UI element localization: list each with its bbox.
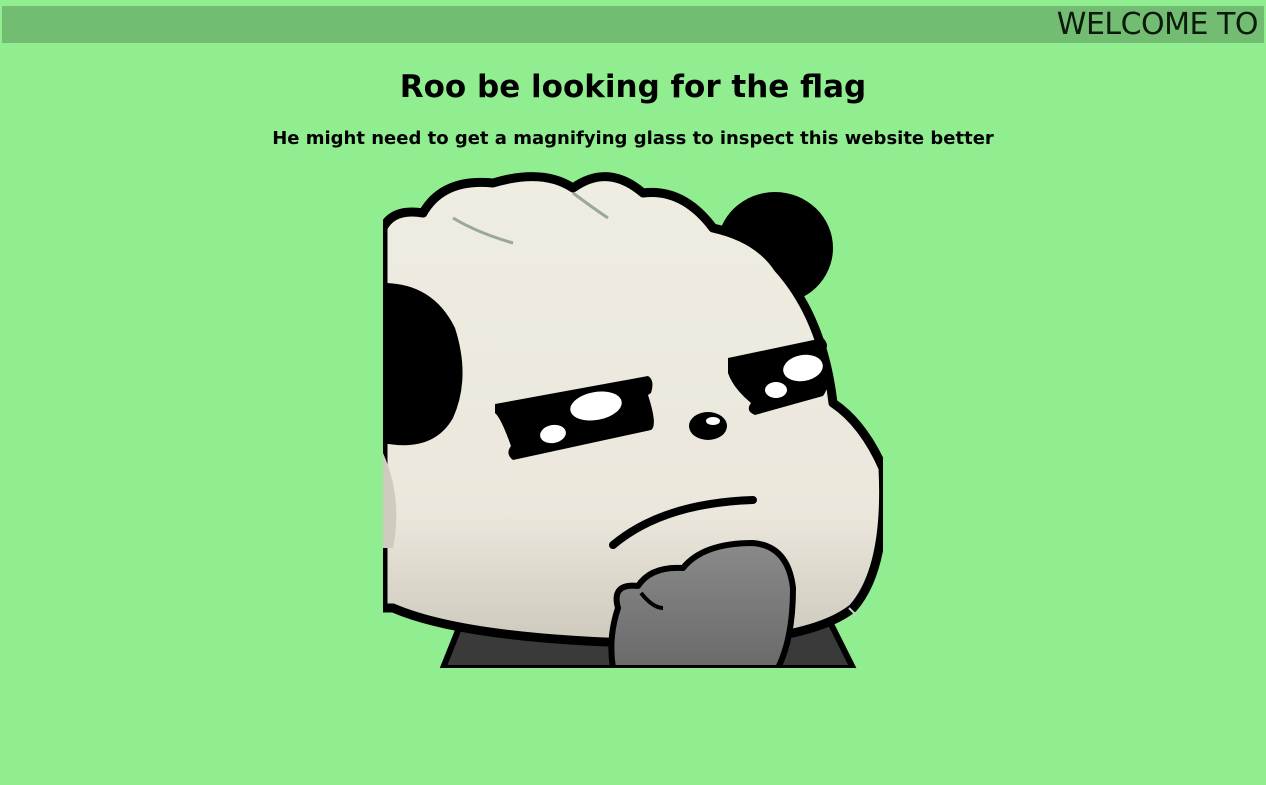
marquee-text: WELCOME TO	[1056, 7, 1259, 42]
page-subtitle: He might need to get a magnifying glass …	[272, 128, 994, 149]
thinking-panda-image	[383, 168, 883, 668]
welcome-marquee: WELCOME TO	[2, 6, 1264, 43]
page-title: Roo be looking for the flag	[399, 69, 867, 105]
